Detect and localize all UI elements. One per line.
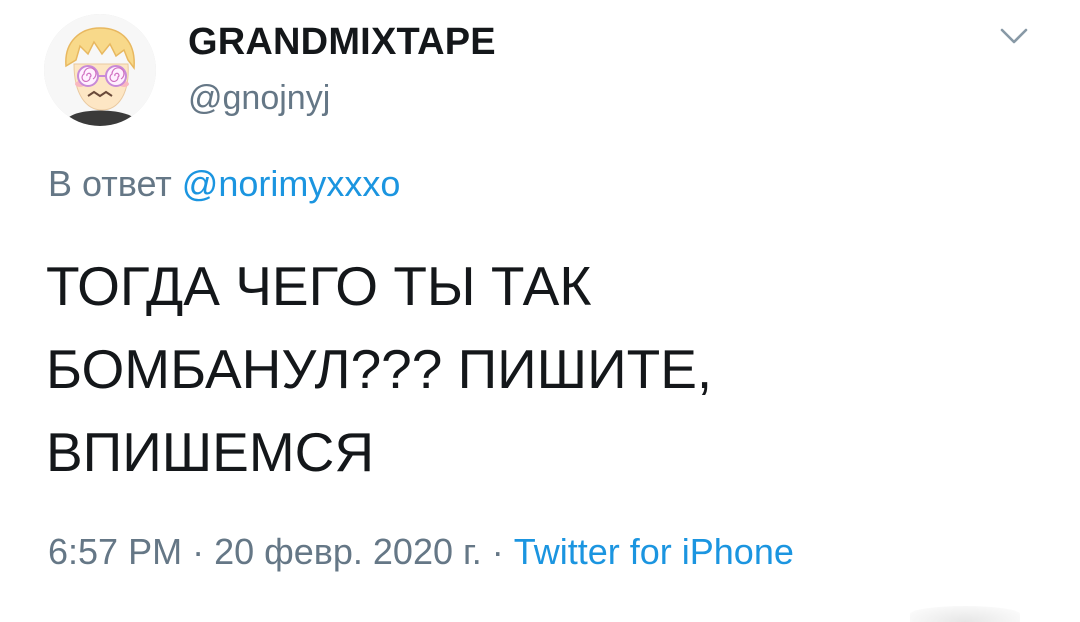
- tweet-source-link[interactable]: Twitter for iPhone: [514, 531, 794, 572]
- reply-mention-link[interactable]: @norimyxxxo: [182, 163, 401, 204]
- separator: ·: [192, 531, 205, 572]
- tweet-text: ТОГДА ЧЕГО ТЫ ТАК БОМБАНУЛ??? ПИШИТЕ, ВП…: [46, 245, 1026, 494]
- avatar[interactable]: [44, 14, 156, 126]
- tweet-text-line: ВПИШЕМСЯ: [46, 421, 375, 483]
- cartoon-avatar-icon: [44, 14, 156, 126]
- decorative-shadow: [910, 606, 1020, 622]
- tweet-card: GRANDMIXTAPE @gnojnyj В ответ @norimyxxx…: [0, 0, 1080, 622]
- chevron-down-icon[interactable]: [996, 22, 1032, 50]
- tweet-time[interactable]: 6:57 PM: [48, 531, 182, 572]
- user-handle[interactable]: @gnojnyj: [188, 78, 330, 118]
- reply-context: В ответ @norimyxxxo: [48, 162, 400, 206]
- display-name[interactable]: GRANDMIXTAPE: [188, 20, 496, 64]
- separator: ·: [491, 531, 504, 572]
- tweet-text-line: ТОГДА ЧЕГО ТЫ ТАК: [46, 255, 592, 317]
- tweet-metadata: 6:57 PM · 20 февр. 2020 г. · Twitter for iPh…: [48, 530, 794, 574]
- tweet-date[interactable]: 20 февр. 2020 г.: [214, 531, 482, 572]
- reply-prefix: В ответ: [48, 163, 172, 204]
- tweet-text-line: БОМБАНУЛ??? ПИШИТЕ,: [46, 338, 713, 400]
